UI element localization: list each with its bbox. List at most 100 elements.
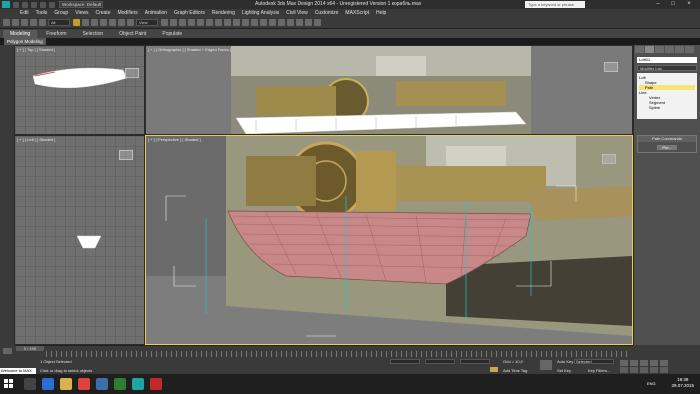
file-explorer-icon[interactable] bbox=[60, 378, 72, 390]
viewport-perspective-label[interactable]: [ + ] [ Perspective ] [ Shaded ] bbox=[148, 137, 201, 142]
create-tab-icon[interactable] bbox=[635, 46, 644, 53]
named-selection-icon[interactable] bbox=[224, 19, 231, 26]
3ds-max-taskbar-icon[interactable] bbox=[132, 378, 144, 390]
menu-item-graph-editors[interactable]: Graph Editors bbox=[174, 10, 205, 16]
edge-browser-icon[interactable] bbox=[42, 378, 54, 390]
menu-item-create[interactable]: Create bbox=[95, 10, 110, 16]
minimize-icon[interactable]: – bbox=[653, 1, 663, 8]
zoom-icon[interactable] bbox=[620, 367, 628, 373]
chrome-icon[interactable] bbox=[78, 378, 90, 390]
open-file-icon[interactable] bbox=[22, 1, 28, 8]
snap-toggle-icon[interactable] bbox=[188, 19, 195, 26]
motion-tab-icon[interactable] bbox=[665, 46, 674, 53]
rectangle-selection-icon[interactable] bbox=[91, 19, 98, 26]
viewport-orthographic[interactable]: [ + ] [ Orthographic ] [ Shaded + Edged … bbox=[145, 45, 633, 135]
z-coordinate-field[interactable] bbox=[460, 359, 490, 364]
key-icon[interactable] bbox=[540, 360, 552, 370]
y-coordinate-field[interactable] bbox=[425, 359, 455, 364]
mini-curve-editor-icon[interactable] bbox=[3, 348, 12, 354]
frame-indicator[interactable]: 0 / 100 bbox=[16, 346, 44, 351]
viewcube-icon[interactable] bbox=[602, 154, 616, 164]
tray-icons[interactable] bbox=[620, 381, 650, 387]
unlink-icon[interactable] bbox=[30, 19, 37, 26]
move-icon[interactable] bbox=[109, 19, 116, 26]
display-tab-icon[interactable] bbox=[675, 46, 684, 53]
tab-object-paint[interactable]: Object Paint bbox=[112, 30, 153, 38]
tab-populate[interactable]: Populate bbox=[155, 30, 189, 38]
app-logo-icon[interactable] bbox=[2, 1, 10, 8]
viewcube-icon[interactable] bbox=[119, 150, 133, 160]
graphite-toggle-icon[interactable] bbox=[260, 19, 267, 26]
go-to-start-icon[interactable] bbox=[620, 360, 628, 366]
language-indicator[interactable]: ENG bbox=[647, 381, 656, 386]
rendered-frame-icon[interactable] bbox=[305, 19, 312, 26]
bind-space-warp-icon[interactable] bbox=[39, 19, 46, 26]
viewport-perspective[interactable]: [ + ] [ Perspective ] [ Shaded ] bbox=[145, 135, 633, 345]
auto-key-button[interactable]: Auto Key bbox=[557, 359, 573, 364]
mirror-icon[interactable] bbox=[233, 19, 240, 26]
menu-item-group[interactable]: Group bbox=[54, 10, 68, 16]
menu-item-customize[interactable]: Customize bbox=[315, 10, 339, 16]
clock[interactable]: 19:39 28.07.2015 bbox=[671, 377, 694, 389]
maximize-icon[interactable]: □ bbox=[668, 1, 678, 8]
angle-snap-icon[interactable] bbox=[197, 19, 204, 26]
select-manipulate-icon[interactable] bbox=[170, 19, 177, 26]
menu-item-lighting-analysis[interactable]: Lighting Analysis bbox=[242, 10, 279, 16]
selection-filter-select[interactable]: All bbox=[48, 19, 70, 26]
orbit-icon[interactable] bbox=[660, 367, 668, 373]
field-of-view-icon[interactable] bbox=[640, 367, 648, 373]
viewport-top[interactable]: [ + ] [ Top ] [ Shaded ] bbox=[14, 45, 145, 135]
zoom-all-icon[interactable] bbox=[630, 367, 638, 373]
viewport-left[interactable]: [ + ] [ Left ] [ Shaded ] bbox=[14, 135, 145, 345]
app-icon[interactable] bbox=[114, 378, 126, 390]
scale-icon[interactable] bbox=[127, 19, 134, 26]
menu-item-views[interactable]: Views bbox=[75, 10, 88, 16]
steam-icon[interactable] bbox=[96, 378, 108, 390]
viewport-orthographic-label[interactable]: [ + ] [ Orthographic ] [ Shaded + Edged … bbox=[148, 47, 231, 52]
undo-icon[interactable] bbox=[40, 1, 46, 8]
layer-manager-icon[interactable] bbox=[251, 19, 258, 26]
new-file-icon[interactable] bbox=[13, 1, 19, 8]
viewcube-icon[interactable] bbox=[125, 68, 139, 78]
menu-item-help[interactable]: Help bbox=[376, 10, 386, 16]
viewport-left-label[interactable]: [ + ] [ Left ] [ Shaded ] bbox=[17, 137, 55, 142]
media-player-icon[interactable] bbox=[150, 378, 162, 390]
align-icon[interactable] bbox=[242, 19, 249, 26]
redo-icon[interactable] bbox=[49, 1, 55, 8]
key-filters-button[interactable]: Key Filters... bbox=[588, 368, 610, 373]
play-icon[interactable] bbox=[640, 360, 648, 366]
put-button[interactable]: Put... bbox=[657, 145, 677, 150]
curve-editor-icon[interactable] bbox=[269, 19, 276, 26]
key-mode-select[interactable]: Selected bbox=[574, 359, 614, 364]
search-input[interactable]: Type a keyword or phrase bbox=[525, 1, 585, 8]
time-slider[interactable]: 0 / 100 bbox=[16, 345, 633, 357]
viewcube-icon[interactable] bbox=[604, 62, 618, 72]
close-icon[interactable]: × bbox=[684, 1, 694, 8]
undo-tool-icon[interactable] bbox=[3, 19, 10, 26]
spinner-snap-icon[interactable] bbox=[215, 19, 222, 26]
select-object-icon[interactable] bbox=[73, 19, 80, 26]
go-to-end-icon[interactable] bbox=[660, 360, 668, 366]
pan-icon[interactable] bbox=[650, 367, 658, 373]
windows-start-icon[interactable] bbox=[4, 379, 14, 389]
menu-item-tools[interactable]: Tools bbox=[36, 10, 48, 16]
reference-coordinate-select[interactable]: View bbox=[136, 19, 158, 26]
tab-selection[interactable]: Selection bbox=[76, 30, 111, 38]
menu-item-modifiers[interactable]: Modifiers bbox=[117, 10, 137, 16]
rotate-icon[interactable] bbox=[118, 19, 125, 26]
x-coordinate-field[interactable] bbox=[390, 359, 420, 364]
keyboard-shortcut-icon[interactable] bbox=[179, 19, 186, 26]
tab-freeform[interactable]: Freeform bbox=[39, 30, 73, 38]
previous-frame-icon[interactable] bbox=[630, 360, 638, 366]
rollout-header[interactable]: Path Commands bbox=[638, 136, 696, 142]
save-file-icon[interactable] bbox=[31, 1, 37, 8]
window-crossing-icon[interactable] bbox=[100, 19, 107, 26]
tab-modeling[interactable]: Modeling bbox=[3, 30, 38, 38]
percent-snap-icon[interactable] bbox=[206, 19, 213, 26]
select-by-name-icon[interactable] bbox=[82, 19, 89, 26]
pivot-center-icon[interactable] bbox=[161, 19, 168, 26]
modifier-list-select[interactable]: Modifier List bbox=[637, 65, 697, 71]
menu-item-maxscript[interactable]: MAXScript bbox=[345, 10, 369, 16]
modify-tab-icon[interactable] bbox=[645, 46, 654, 53]
time-tag-lock-icon[interactable] bbox=[490, 367, 498, 372]
